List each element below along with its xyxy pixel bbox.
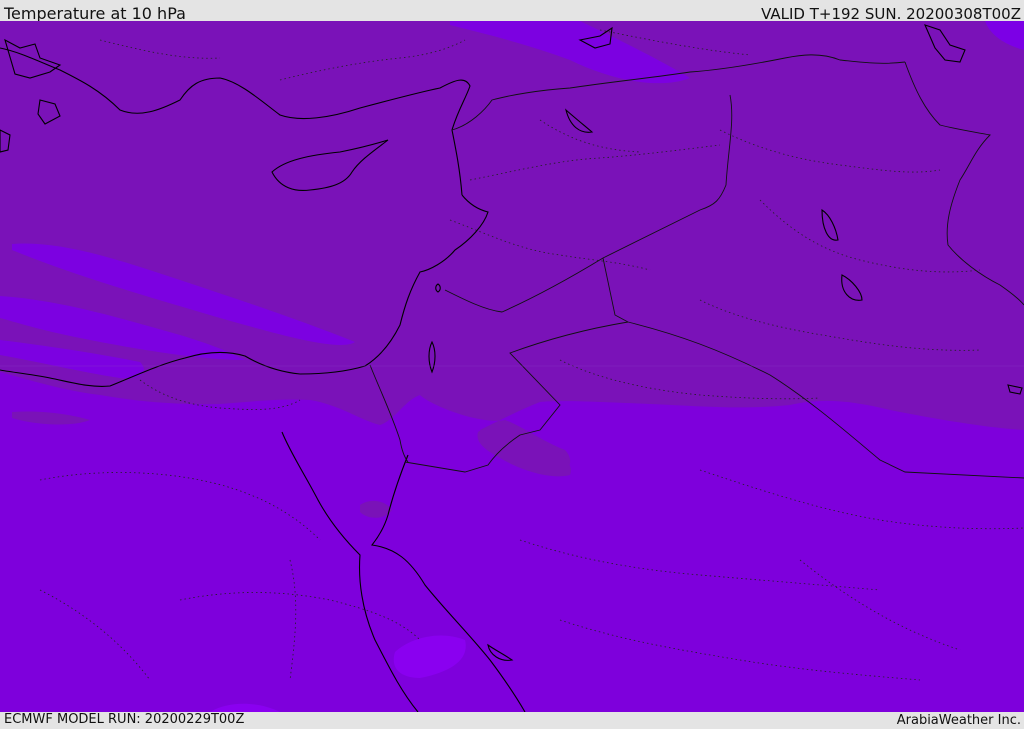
footer-bar: ECMWF MODEL RUN: 20200229T00Z ArabiaWeat… bbox=[0, 712, 1024, 729]
credit: ArabiaWeather Inc. bbox=[896, 713, 1021, 728]
header-bar: Temperature at 10 hPa VALID T+192 SUN. 2… bbox=[0, 0, 1024, 23]
temperature-map[interactable] bbox=[0, 21, 1024, 712]
model-run: ECMWF MODEL RUN: 20200229T00Z bbox=[4, 712, 245, 727]
